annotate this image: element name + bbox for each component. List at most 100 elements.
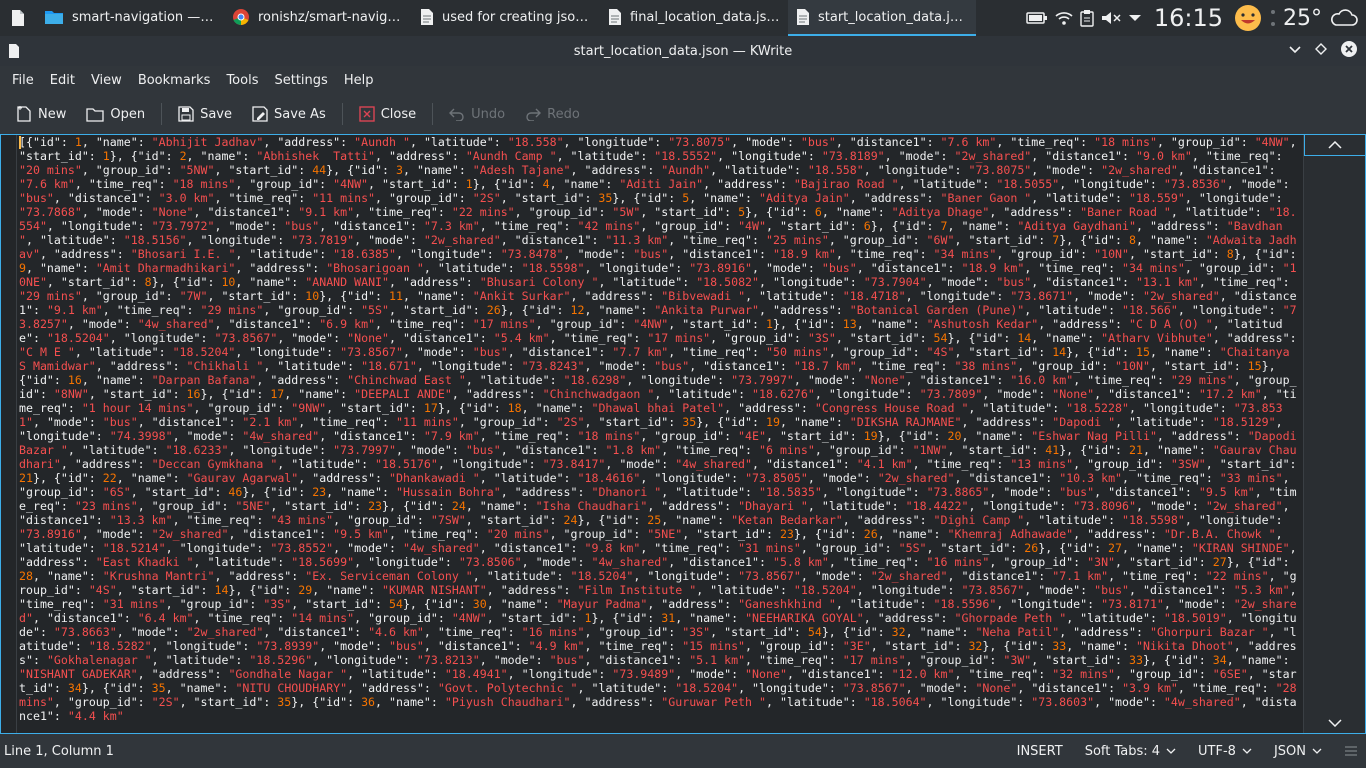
save-button[interactable]: Save <box>170 100 240 128</box>
json-punctuation: , <box>319 219 334 233</box>
json-key: "longitude": <box>640 373 725 387</box>
json-string: "7SW" <box>430 513 466 527</box>
json-key: "name": <box>598 303 648 317</box>
open-button[interactable]: Open <box>78 100 153 128</box>
json-punctuation <box>787 359 794 373</box>
json-string: "None" <box>347 331 390 345</box>
json-key: "time_req": <box>1087 373 1164 387</box>
window-title: start_location_data.json — KWrite <box>573 43 793 59</box>
json-key: "distance1": <box>46 611 131 625</box>
json-punctuation: , <box>165 597 180 611</box>
indentation-setting[interactable]: Soft Tabs: 4 <box>1085 744 1176 759</box>
json-punctuation <box>745 387 752 401</box>
json-key: "address": <box>1170 429 1241 443</box>
json-string: "18.5598" <box>521 261 585 275</box>
document-text[interactable]: [{"id": 1, "name": "Abhijit Jadhav", "ad… <box>19 135 1303 733</box>
input-mode[interactable]: INSERT <box>1017 744 1063 759</box>
json-string: "18.5296" <box>249 653 313 667</box>
json-string: "73.8075" <box>968 163 1032 177</box>
clipboard-icon[interactable] <box>1080 9 1094 27</box>
json-key: "distance1": <box>151 415 236 429</box>
json-punctuation <box>515 261 522 275</box>
scroll-up-button[interactable] <box>1304 134 1366 156</box>
save-as-button[interactable]: Save As <box>244 100 334 128</box>
taskbar-task[interactable]: used for creating json ... <box>412 0 600 36</box>
json-string: "29 mins" <box>19 289 82 303</box>
close-icon[interactable] <box>1340 40 1358 58</box>
cursor-position[interactable]: Line 1, Column 1 <box>4 744 114 759</box>
taskbar-task[interactable]: final_location_data.jso... <box>600 0 788 36</box>
json-punctuation <box>180 471 187 485</box>
taskbar-task[interactable]: ronishz/smart-navigati... <box>224 0 412 36</box>
json-punctuation <box>354 359 361 373</box>
json-punctuation <box>1290 653 1297 667</box>
clock[interactable]: 16:15 <box>1154 4 1223 32</box>
json-string: "4w_shared" <box>591 555 669 569</box>
taskbar-task[interactable]: smart-navigation — Do... <box>36 0 224 36</box>
json-punctuation: , <box>668 233 683 247</box>
json-punctuation <box>536 177 543 191</box>
json-punctuation: , <box>172 513 187 527</box>
scroll-down-button[interactable] <box>1304 712 1366 734</box>
redo-button[interactable]: Redo <box>517 101 588 128</box>
battery-icon[interactable] <box>1026 11 1048 25</box>
menu-help[interactable]: Help <box>336 73 382 88</box>
application-launcher[interactable] <box>0 0 36 36</box>
chevron-down-icon <box>1242 748 1252 754</box>
minimize-icon[interactable] <box>1288 40 1302 58</box>
json-key: "id": <box>500 177 536 191</box>
json-key: "distance1": <box>242 527 327 541</box>
json-key: "latitude": <box>249 247 327 261</box>
status-bar: Line 1, Column 1 INSERT Soft Tabs: 4 UTF… <box>0 734 1366 768</box>
menu-edit[interactable]: Edit <box>42 73 83 88</box>
editor-area[interactable]: [{"id": 1, "name": "Abhijit Jadhav", "ad… <box>0 134 1366 734</box>
json-key: "time_req": <box>682 345 759 359</box>
temperature[interactable]: 25° <box>1283 6 1322 31</box>
json-punctuation: , <box>828 345 843 359</box>
json-key: "id": <box>1254 555 1290 569</box>
json-punctuation <box>103 429 110 443</box>
chevron-down-icon[interactable] <box>1128 13 1142 23</box>
json-punctuation <box>159 443 166 457</box>
undo-button[interactable]: Undo <box>441 101 513 128</box>
syntax-mode-setting[interactable]: JSON <box>1274 744 1322 759</box>
minimap-scrollbar[interactable] <box>1303 134 1366 734</box>
maximize-icon[interactable] <box>1314 40 1328 58</box>
menu-settings[interactable]: Settings <box>266 73 335 88</box>
encoding-setting[interactable]: UTF-8 <box>1198 744 1252 759</box>
wifi-icon[interactable] <box>1054 10 1074 26</box>
json-key: "distance1": <box>1108 387 1192 401</box>
json-key: "mode": <box>1003 485 1053 499</box>
json-punctuation <box>536 387 543 401</box>
json-key: "mode": <box>416 345 466 359</box>
emoji-face-icon[interactable] <box>1233 3 1263 33</box>
volume-muted-icon[interactable] <box>1100 10 1122 26</box>
menu-tools[interactable]: Tools <box>218 73 266 88</box>
json-punctuation: , <box>835 331 850 345</box>
json-key: "mode": <box>368 233 417 247</box>
json-punctuation: , <box>912 457 927 471</box>
cloud-icon[interactable] <box>1328 8 1358 28</box>
json-string: "73.8865" <box>926 485 990 499</box>
menu-file[interactable]: File <box>4 73 42 88</box>
json-punctuation: , <box>905 653 920 667</box>
json-string: "DIKSHA RAJMANE" <box>849 415 962 429</box>
menu-view[interactable]: View <box>83 73 130 88</box>
menu-lines-icon[interactable] <box>1344 745 1358 757</box>
json-key: "distance1": <box>961 569 1046 583</box>
close-button[interactable]: Close <box>351 100 424 128</box>
json-number: 3 <box>395 163 403 177</box>
json-punctuation <box>131 611 138 625</box>
json-number: 33 <box>1129 653 1143 667</box>
menu-bookmarks[interactable]: Bookmarks <box>130 73 219 88</box>
json-string: "18.5552" <box>654 149 718 163</box>
json-punctuation: , <box>556 149 571 163</box>
json-key: "start_id": <box>500 611 578 625</box>
json-punctuation: , <box>668 317 683 331</box>
new-button[interactable]: New <box>8 99 74 129</box>
json-punctuation: , <box>235 177 250 191</box>
taskbar-task[interactable]: start_location_data.jso... <box>788 0 976 36</box>
json-punctuation: , <box>570 289 585 303</box>
json-key: "address": <box>1073 625 1143 639</box>
json-string: "4w_shared" <box>1163 695 1241 709</box>
